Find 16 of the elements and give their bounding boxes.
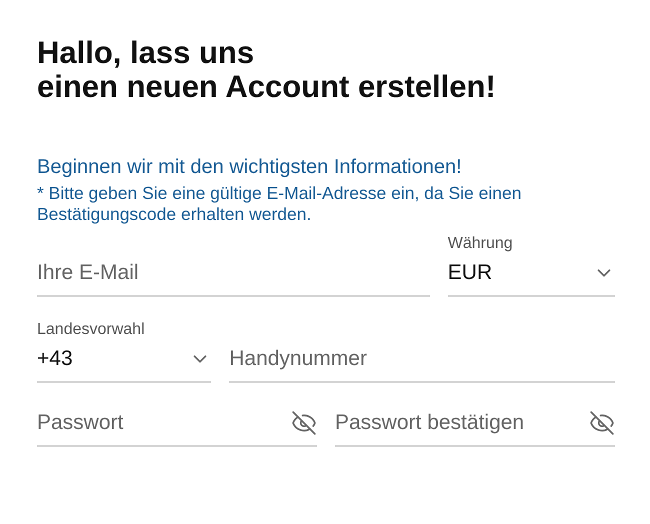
field-label: Währung (448, 235, 514, 253)
selected-value: EUR (448, 261, 492, 285)
dropdown[interactable]: Landesvorwahl +43 (37, 321, 212, 383)
text-input[interactable]: Handynummer (229, 347, 615, 371)
eye-off-icon[interactable] (589, 410, 615, 436)
page-heading: Hallo, lass uns (37, 36, 256, 70)
field-label: Landesvorwahl (37, 321, 146, 339)
page-heading: einen neuen Account erstellen! (37, 70, 497, 104)
password-input[interactable]: Passwort bestätigen (335, 411, 589, 435)
text-input[interactable]: Ihre E-Mail (37, 261, 430, 285)
note-text: * Bitte geben Sie eine gültige E-Mail-Adresse ein, da Sie einen Bestätigungscode erhalten werden. (37, 183, 522, 225)
selected-value: +43 (37, 347, 73, 371)
intro-text: Beginnen wir mit den wichtigsten Informationen! (37, 156, 463, 179)
dropdown[interactable]: Währung EUR (448, 235, 615, 297)
eye-off-icon[interactable] (291, 410, 317, 436)
password-input[interactable]: Passwort (37, 411, 291, 435)
